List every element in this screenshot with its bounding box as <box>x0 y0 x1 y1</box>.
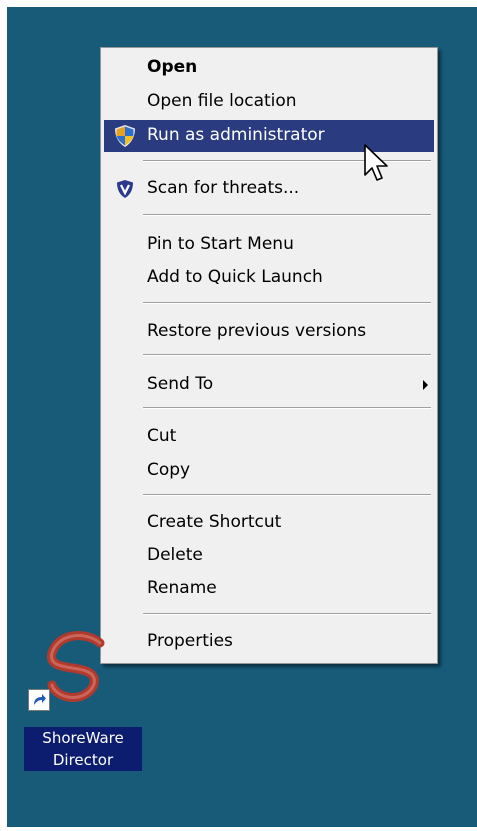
menu-separator <box>143 302 431 304</box>
desktop-icon-label-line2: Director <box>52 751 114 769</box>
menu-item-delete[interactable]: Delete <box>104 540 434 572</box>
menu-item-label: Copy <box>147 460 191 480</box>
submenu-arrow-icon <box>423 380 428 390</box>
menu-item-label: Properties <box>147 631 233 651</box>
shortcut-arrow-icon <box>28 689 50 711</box>
menu-item-cut[interactable]: Cut <box>104 421 434 453</box>
menu-separator <box>143 354 431 356</box>
desktop: Open Open file location Run as administr… <box>7 7 477 827</box>
context-menu: Open Open file location Run as administr… <box>100 47 438 664</box>
mouse-pointer-icon <box>364 144 388 181</box>
menu-separator <box>143 407 431 409</box>
menu-item-label: Restore previous versions <box>147 321 367 341</box>
menu-item-label: Cut <box>147 426 177 446</box>
menu-item-restore-previous-versions[interactable]: Restore previous versions <box>104 316 434 348</box>
menu-item-label: Scan for threats... <box>147 178 300 198</box>
desktop-icon-label: ShoreWare Director <box>24 727 142 771</box>
shoreware-logo-icon <box>47 631 105 702</box>
menu-item-open[interactable]: Open <box>104 52 434 84</box>
desktop-shortcut-shoreware-director[interactable]: ShoreWare Director <box>24 627 144 787</box>
menu-separator <box>143 214 431 216</box>
uac-shield-icon <box>115 125 135 147</box>
menu-item-label: Rename <box>147 578 217 598</box>
menu-item-rename[interactable]: Rename <box>104 573 434 605</box>
menu-item-copy[interactable]: Copy <box>104 455 434 487</box>
menu-item-label: Send To <box>147 374 214 394</box>
menu-separator <box>143 494 431 496</box>
antivirus-shield-icon <box>117 180 133 198</box>
menu-item-label: Run as administrator <box>147 125 325 145</box>
menu-item-create-shortcut[interactable]: Create Shortcut <box>104 507 434 539</box>
menu-item-properties[interactable]: Properties <box>104 626 434 658</box>
desktop-icon-label-line1: ShoreWare <box>42 729 124 747</box>
menu-item-send-to[interactable]: Send To <box>104 369 434 401</box>
menu-item-label: Pin to Start Menu <box>147 234 294 254</box>
menu-item-label: Add to Quick Launch <box>147 267 323 287</box>
menu-item-label: Open <box>147 57 198 77</box>
menu-item-label: Create Shortcut <box>147 512 282 532</box>
menu-item-add-to-quick-launch[interactable]: Add to Quick Launch <box>104 262 434 294</box>
menu-item-open-file-location[interactable]: Open file location <box>104 86 434 118</box>
menu-item-pin-to-start-menu[interactable]: Pin to Start Menu <box>104 229 434 261</box>
menu-item-label: Delete <box>147 545 203 565</box>
menu-item-label: Open file location <box>147 91 297 111</box>
menu-separator <box>143 613 431 615</box>
